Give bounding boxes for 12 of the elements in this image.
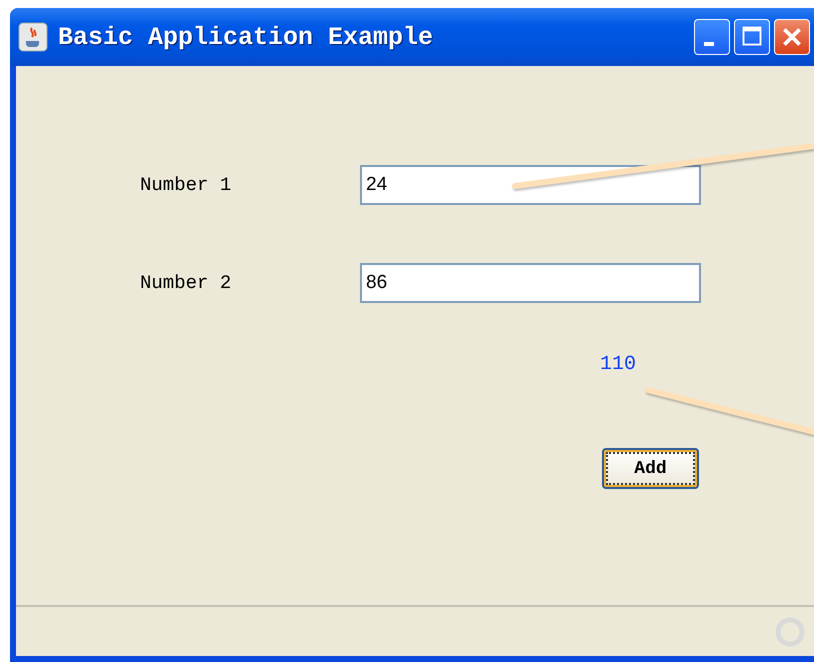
close-button[interactable] xyxy=(774,19,810,55)
field-label: Number 2 xyxy=(140,272,232,294)
input-field[interactable]: 24 xyxy=(360,165,701,205)
minimize-button[interactable] xyxy=(694,19,730,55)
maximize-button[interactable] xyxy=(734,19,770,55)
sum-result: 110 xyxy=(600,353,636,376)
add-button[interactable]: Add xyxy=(602,448,699,489)
minimize-icon xyxy=(704,42,714,46)
input-field[interactable]: 86 xyxy=(360,263,701,303)
field-label: Number 1 xyxy=(140,174,232,196)
window-title: Basic Application Example xyxy=(58,22,434,52)
coffee-cup-icon xyxy=(18,22,48,52)
